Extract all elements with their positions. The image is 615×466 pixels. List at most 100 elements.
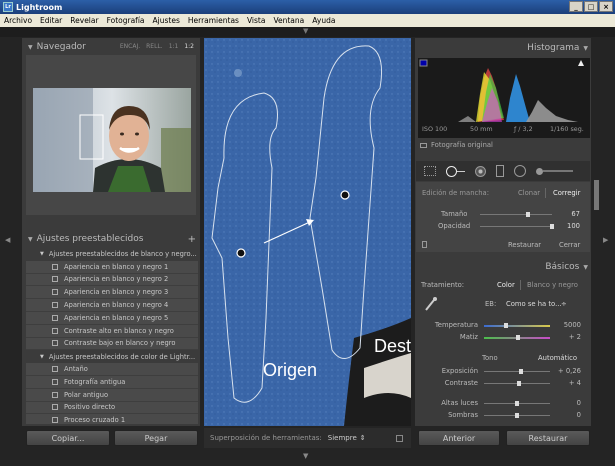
preset-item[interactable]: Apariencia en blanco y negro 1: [26, 260, 198, 274]
maximize-button[interactable]: □: [584, 1, 598, 12]
contrast-slider-knob[interactable]: [517, 381, 521, 386]
preset-label: Apariencia en blanco y negro 4: [64, 301, 169, 310]
add-preset-icon[interactable]: +: [188, 234, 196, 245]
preset-item[interactable]: Antaño: [26, 363, 198, 376]
preset-item[interactable]: Positivo directo: [26, 401, 198, 415]
right-panel-scrollbar[interactable]: [594, 180, 599, 210]
treatment-bw-option[interactable]: Blanco y negro: [527, 281, 578, 289]
histogram-header[interactable]: Histograma ▼: [420, 41, 588, 55]
tool-overlay-select[interactable]: Siempre: [328, 434, 357, 442]
tone-label: Tono: [482, 354, 498, 362]
zoom-1-1[interactable]: 1:1: [169, 43, 179, 50]
mask-toggle-icon[interactable]: [422, 241, 427, 248]
heal-button[interactable]: Corregir: [553, 189, 580, 197]
clone-button[interactable]: Clonar: [518, 189, 540, 197]
contrast-value: + 4: [568, 379, 581, 387]
preset-icon: [52, 276, 58, 283]
preset-item[interactable]: Apariencia en blanco y negro 5: [26, 311, 198, 325]
size-slider-track[interactable]: [480, 214, 552, 215]
opacity-slider-knob[interactable]: [550, 224, 554, 229]
photo-canvas[interactable]: Origen Destino: [204, 38, 411, 426]
bottom-panel-toggle-icon[interactable]: ▼: [303, 452, 308, 460]
zoom-fill[interactable]: RELL.: [146, 43, 163, 50]
opacity-slider-track[interactable]: [480, 226, 552, 227]
spot-removal-tool-icon[interactable]: [446, 165, 465, 177]
temperature-slider-track[interactable]: [484, 325, 550, 327]
preset-icon: [52, 417, 58, 424]
previous-button[interactable]: Anterior: [418, 430, 500, 446]
treatment-color-option[interactable]: Color: [497, 281, 515, 289]
graduated-filter-icon[interactable]: [496, 165, 504, 177]
portrait-photo: [33, 88, 191, 192]
navigator-thumbnail[interactable]: [33, 88, 191, 192]
preset-label: Contraste alto en blanco y negro: [64, 326, 174, 335]
menu-ayuda[interactable]: Ayuda: [308, 16, 339, 25]
highlights-slider-knob[interactable]: [515, 401, 519, 406]
temperature-slider-knob[interactable]: [504, 323, 508, 328]
size-value: 67: [571, 210, 580, 218]
exposure-slider-track[interactable]: [484, 371, 550, 372]
basic-header[interactable]: Básicos ▼: [420, 260, 588, 274]
preset-label: Apariencia en blanco y negro 5: [64, 313, 169, 322]
tint-slider-knob[interactable]: [516, 335, 520, 340]
preset-item[interactable]: Apariencia en blanco y negro 2: [26, 273, 198, 287]
top-panel-arrow-icon: ▼: [303, 27, 309, 35]
focal-length: 50 mm: [470, 125, 493, 133]
preset-folder[interactable]: ▼ Ajustes preestablecidos de color de Lig…: [26, 350, 198, 364]
minimize-button[interactable]: _: [569, 1, 583, 12]
close-button[interactable]: ×: [599, 1, 613, 12]
wb-label: EB:: [485, 300, 497, 308]
menu-revelar[interactable]: Revelar: [66, 16, 102, 25]
menu-editar[interactable]: Editar: [36, 16, 66, 25]
histogram-graph: ISO 100 50 mm ƒ / 3,2 1/160 seg.: [418, 58, 590, 138]
adjustment-brush-icon[interactable]: [536, 167, 573, 175]
paste-button[interactable]: Pegar: [114, 430, 198, 446]
menu-fotografia[interactable]: Fotografía: [103, 16, 149, 25]
menu-herramientas[interactable]: Herramientas: [184, 16, 243, 25]
radial-filter-icon[interactable]: [514, 165, 526, 177]
reset-button[interactable]: Restaurar: [506, 430, 590, 446]
preset-icon: [52, 302, 58, 309]
origin-label: Origen: [263, 360, 318, 380]
wb-select[interactable]: Como se ha to...: [506, 300, 562, 308]
crop-tool-icon[interactable]: [424, 166, 436, 176]
preset-item[interactable]: Polar antiguo: [26, 388, 198, 402]
preset-item[interactable]: Contraste bajo en blanco y negro: [26, 337, 198, 351]
auto-tone-button[interactable]: Automático: [538, 354, 577, 362]
preset-item[interactable]: Fotografía antigua: [26, 375, 198, 389]
title-bar: Lr Lightroom _ □ ×: [0, 0, 615, 14]
preset-label: Apariencia en blanco y negro 3: [64, 288, 169, 297]
preset-label: Fotografía antigua: [64, 377, 126, 386]
select-chevron-icon: ⇕: [359, 434, 366, 442]
zoom-1-2[interactable]: 1:2: [184, 43, 194, 50]
zoom-fit[interactable]: ENCAJ.: [120, 43, 140, 50]
menu-archivo[interactable]: Archivo: [0, 16, 36, 25]
preset-item[interactable]: Apariencia en blanco y negro 4: [26, 299, 198, 312]
spot-reset-button[interactable]: Restaurar: [508, 241, 541, 249]
white-balance-picker-icon[interactable]: [424, 296, 438, 312]
preset-icon: [52, 391, 58, 398]
navigator-title: Navegador: [36, 42, 86, 52]
menu-ajustes[interactable]: Ajustes: [149, 16, 184, 25]
copy-button[interactable]: Copiar...: [26, 430, 110, 446]
size-slider-knob[interactable]: [526, 212, 531, 217]
left-panel-toggle-icon[interactable]: ◀: [5, 236, 10, 244]
top-panel-toggle[interactable]: ▼: [0, 27, 615, 37]
spot-close-button[interactable]: Cerrar: [559, 241, 580, 249]
shadows-slider-knob[interactable]: [515, 413, 519, 418]
folder-triangle-icon: ▼: [40, 251, 44, 258]
preset-item[interactable]: Proceso cruzado 1: [26, 414, 198, 424]
toolbar-toggle-icon[interactable]: [396, 434, 403, 442]
preset-item[interactable]: Apariencia en blanco y negro 3: [26, 286, 198, 300]
navigator-header[interactable]: ▼ Navegador ENCAJ. RELL. 1:1 1:2: [28, 40, 198, 54]
shadows-label: Sombras: [448, 411, 478, 419]
exposure-slider-knob[interactable]: [519, 369, 523, 374]
preset-folder[interactable]: ▼ Ajustes preestablecidos de blanco y neg…: [26, 248, 198, 261]
presets-header[interactable]: ▼ Ajustes preestablecidos +: [28, 232, 198, 246]
menu-ventana[interactable]: Ventana: [269, 16, 308, 25]
red-eye-tool-icon[interactable]: [475, 165, 486, 177]
right-panel-toggle-icon[interactable]: ▶: [603, 236, 608, 244]
menu-vista[interactable]: Vista: [243, 16, 270, 25]
preset-icon: [52, 263, 58, 270]
preset-item[interactable]: Contraste alto en blanco y negro: [26, 324, 198, 338]
